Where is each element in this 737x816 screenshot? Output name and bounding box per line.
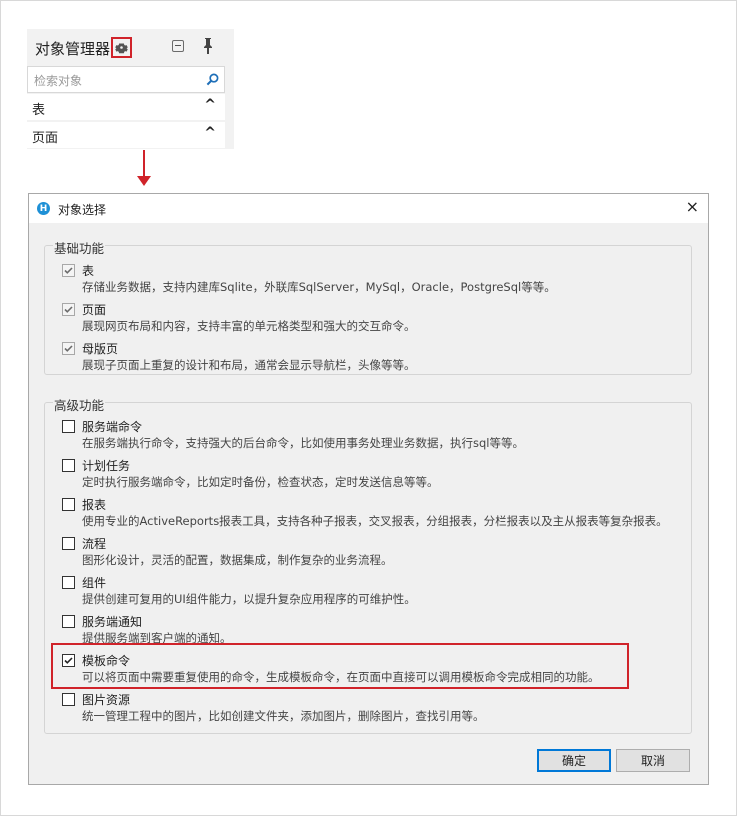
basic-features-label: 基础功能 bbox=[53, 238, 106, 257]
feature-name: 计划任务 bbox=[82, 459, 131, 473]
chevron-up-icon[interactable]: ^ bbox=[204, 97, 216, 113]
highlight-box bbox=[51, 643, 629, 689]
feature-desc: 在服务端执行命令，支持强大的后台命令，比如使用事务处理业务数据，执行sql等等。 bbox=[82, 436, 524, 450]
object-manager-panel: 对象管理器 检索对象 表 ^ 页面 ^ bbox=[27, 29, 234, 149]
feature-name: 服务端命令 bbox=[82, 420, 143, 434]
arrow-head-icon bbox=[137, 176, 151, 186]
checkbox[interactable] bbox=[62, 537, 75, 550]
search-icon[interactable] bbox=[206, 73, 219, 86]
dialog-title: 对象选择 bbox=[58, 203, 107, 217]
tree-node-table[interactable]: 表 ^ bbox=[27, 94, 225, 120]
checkbox bbox=[62, 342, 75, 355]
feature-desc: 展现子页面上重复的设计和布局，通常会显示导航栏，头像等等。 bbox=[82, 358, 416, 372]
chevron-up-icon[interactable]: ^ bbox=[204, 125, 216, 141]
feature-desc: 使用专业的ActiveReports报表工具，支持各种子报表，交叉报表，分组报表… bbox=[82, 514, 668, 528]
dialog-titlebar: H 对象选择 × bbox=[29, 194, 708, 223]
settings-gear-icon[interactable] bbox=[111, 37, 132, 58]
close-icon[interactable]: × bbox=[686, 199, 699, 215]
feature-desc: 统一管理工程中的图片，比如创建文件夹，添加图片，删除图片，查找引用等。 bbox=[82, 709, 485, 723]
checkbox bbox=[62, 264, 75, 277]
feature-desc: 提供创建可复用的UI组件能力，以提升复杂应用程序的可维护性。 bbox=[82, 592, 416, 606]
checkbox[interactable] bbox=[62, 576, 75, 589]
tree-node-label: 表 bbox=[32, 103, 46, 118]
search-placeholder: 检索对象 bbox=[34, 74, 83, 88]
collapse-icon[interactable] bbox=[172, 40, 184, 52]
feature-name: 流程 bbox=[82, 537, 107, 551]
checkbox[interactable] bbox=[62, 459, 75, 472]
object-select-dialog: H 对象选择 × 基础功能 表 存储业务数据，支持内建库Sqlite，外联库Sq… bbox=[28, 193, 709, 785]
basic-features-group bbox=[44, 245, 692, 375]
feature-name: 组件 bbox=[82, 576, 107, 590]
feature-name: 图片资源 bbox=[82, 693, 131, 707]
feature-name: 母版页 bbox=[82, 342, 119, 356]
object-search-input[interactable]: 检索对象 bbox=[27, 66, 225, 93]
cancel-button[interactable]: 取消 bbox=[616, 749, 690, 772]
app-logo-icon: H bbox=[37, 202, 50, 215]
feature-name: 报表 bbox=[82, 498, 107, 512]
feature-desc: 存储业务数据，支持内建库Sqlite，外联库SqlServer，MySql，Or… bbox=[82, 280, 556, 294]
object-manager-title: 对象管理器 bbox=[35, 40, 111, 58]
checkbox[interactable] bbox=[62, 498, 75, 511]
checkbox[interactable] bbox=[62, 615, 75, 628]
feature-desc: 展现网页布局和内容，支持丰富的单元格类型和强大的交互命令。 bbox=[82, 319, 416, 333]
pin-icon[interactable] bbox=[201, 37, 215, 55]
feature-name: 表 bbox=[82, 264, 95, 278]
checkbox[interactable] bbox=[62, 693, 75, 706]
feature-desc: 图形化设计，灵活的配置，数据集成，制作复杂的业务流程。 bbox=[82, 553, 393, 567]
checkbox[interactable] bbox=[62, 420, 75, 433]
feature-name: 页面 bbox=[82, 303, 107, 317]
tree-node-label: 页面 bbox=[32, 131, 59, 146]
checkbox bbox=[62, 303, 75, 316]
tree-node-page[interactable]: 页面 ^ bbox=[27, 122, 225, 148]
feature-name: 服务端通知 bbox=[82, 615, 143, 629]
feature-desc: 定时执行服务端命令，比如定时备份，检查状态，定时发送信息等等。 bbox=[82, 475, 439, 489]
advanced-features-label: 高级功能 bbox=[53, 395, 106, 414]
ok-button[interactable]: 确定 bbox=[537, 749, 611, 772]
